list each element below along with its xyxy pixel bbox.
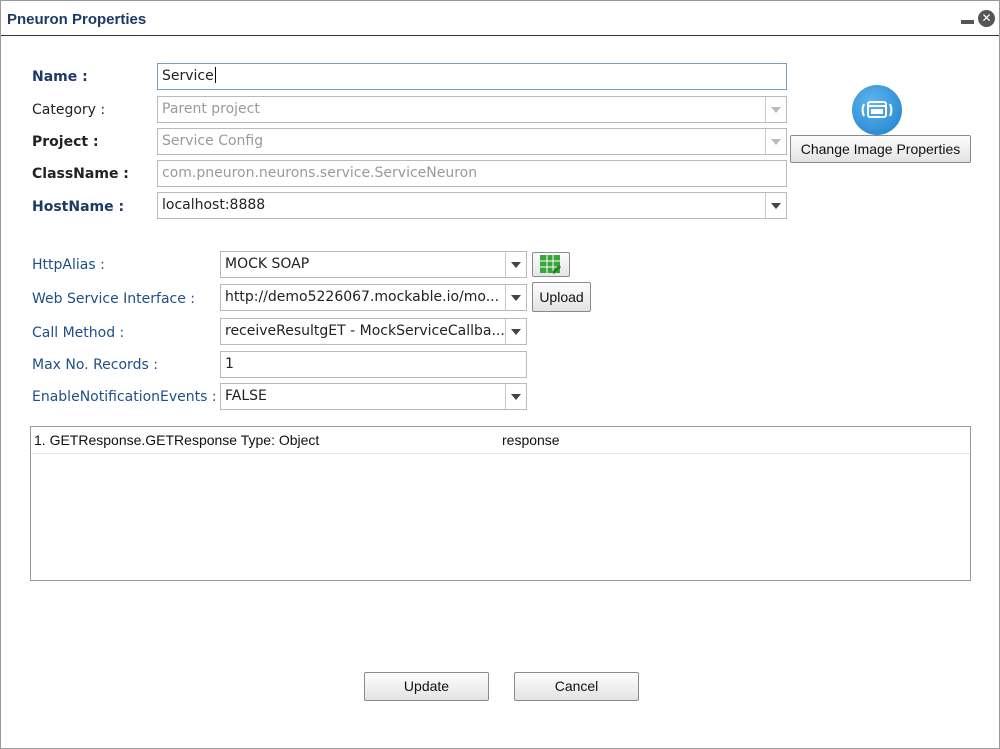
chevron-down-icon [765,129,786,154]
minimize-icon[interactable] [961,20,974,24]
list-item-name: 1. GETResponse.GETResponse Type: Object [34,432,320,448]
cancel-button[interactable]: Cancel [514,672,639,701]
category-select[interactable]: Parent project [157,96,787,123]
web-service-interface-label: Web Service Interface : [32,291,196,307]
name-label: Name : [32,69,88,85]
update-button[interactable]: Update [364,672,489,701]
list-item[interactable]: 1. GETResponse.GETResponse Type: Object … [31,427,970,454]
chevron-down-icon[interactable] [505,252,526,277]
classname-input[interactable]: com.pneuron.neurons.service.ServiceNeuro… [157,160,787,187]
chevron-down-icon [765,97,786,122]
call-method-select[interactable]: receiveResultgET - MockServiceCallba... [220,318,527,345]
enable-notification-events-select[interactable]: FALSE [220,383,527,410]
upload-button[interactable]: Upload [532,282,591,312]
category-select-value: Parent project [162,101,260,117]
close-icon[interactable]: ✕ [978,10,995,27]
project-select[interactable]: Service Config [157,128,787,155]
web-service-interface-value: http://demo5226067.mockable.io/mo... [225,289,500,305]
max-records-input[interactable]: 1 [220,351,527,378]
grid-edit-icon [540,255,561,274]
max-records-value: 1 [225,356,234,372]
classname-label: ClassName : [32,166,129,182]
call-method-value: receiveResultgET - MockServiceCallba... [225,323,505,339]
project-label: Project : [32,134,99,150]
enable-notification-events-value: FALSE [225,388,267,404]
chevron-down-icon[interactable] [765,193,786,218]
service-image-glyph [861,101,893,118]
hostname-label: HostName : [32,199,125,215]
category-label: Category : [32,102,106,118]
call-method-label: Call Method : [32,325,125,341]
project-select-value: Service Config [162,133,264,149]
hostname-select-value: localhost:8888 [162,197,266,213]
service-image-icon[interactable] [852,85,902,135]
enable-notification-events-label: EnableNotificationEvents : [32,389,217,405]
dialog-title: Pneuron Properties [7,11,147,28]
list-item-value: response [502,432,560,448]
http-alias-label: HttpAlias : [32,257,105,273]
name-input-value: Service [162,68,214,84]
text-caret [214,67,216,83]
max-records-label: Max No. Records : [32,357,158,373]
chevron-down-icon[interactable] [505,285,526,310]
change-image-properties-button[interactable]: Change Image Properties [790,135,971,163]
http-alias-select-value: MOCK SOAP [225,256,310,272]
grid-edit-button[interactable] [532,252,570,277]
pneuron-properties-dialog: Pneuron Properties ✕ Name : Service Cate… [0,0,1000,749]
chevron-down-icon[interactable] [505,319,526,344]
dialog-titlebar: Pneuron Properties ✕ [1,1,999,36]
hostname-select[interactable]: localhost:8888 [157,192,787,219]
classname-input-value: com.pneuron.neurons.service.ServiceNeuro… [162,165,478,181]
chevron-down-icon[interactable] [505,384,526,409]
http-alias-select[interactable]: MOCK SOAP [220,251,527,278]
name-input[interactable]: Service [157,63,787,90]
web-service-interface-select[interactable]: http://demo5226067.mockable.io/mo... [220,284,527,311]
response-list: 1. GETResponse.GETResponse Type: Object … [30,426,971,581]
